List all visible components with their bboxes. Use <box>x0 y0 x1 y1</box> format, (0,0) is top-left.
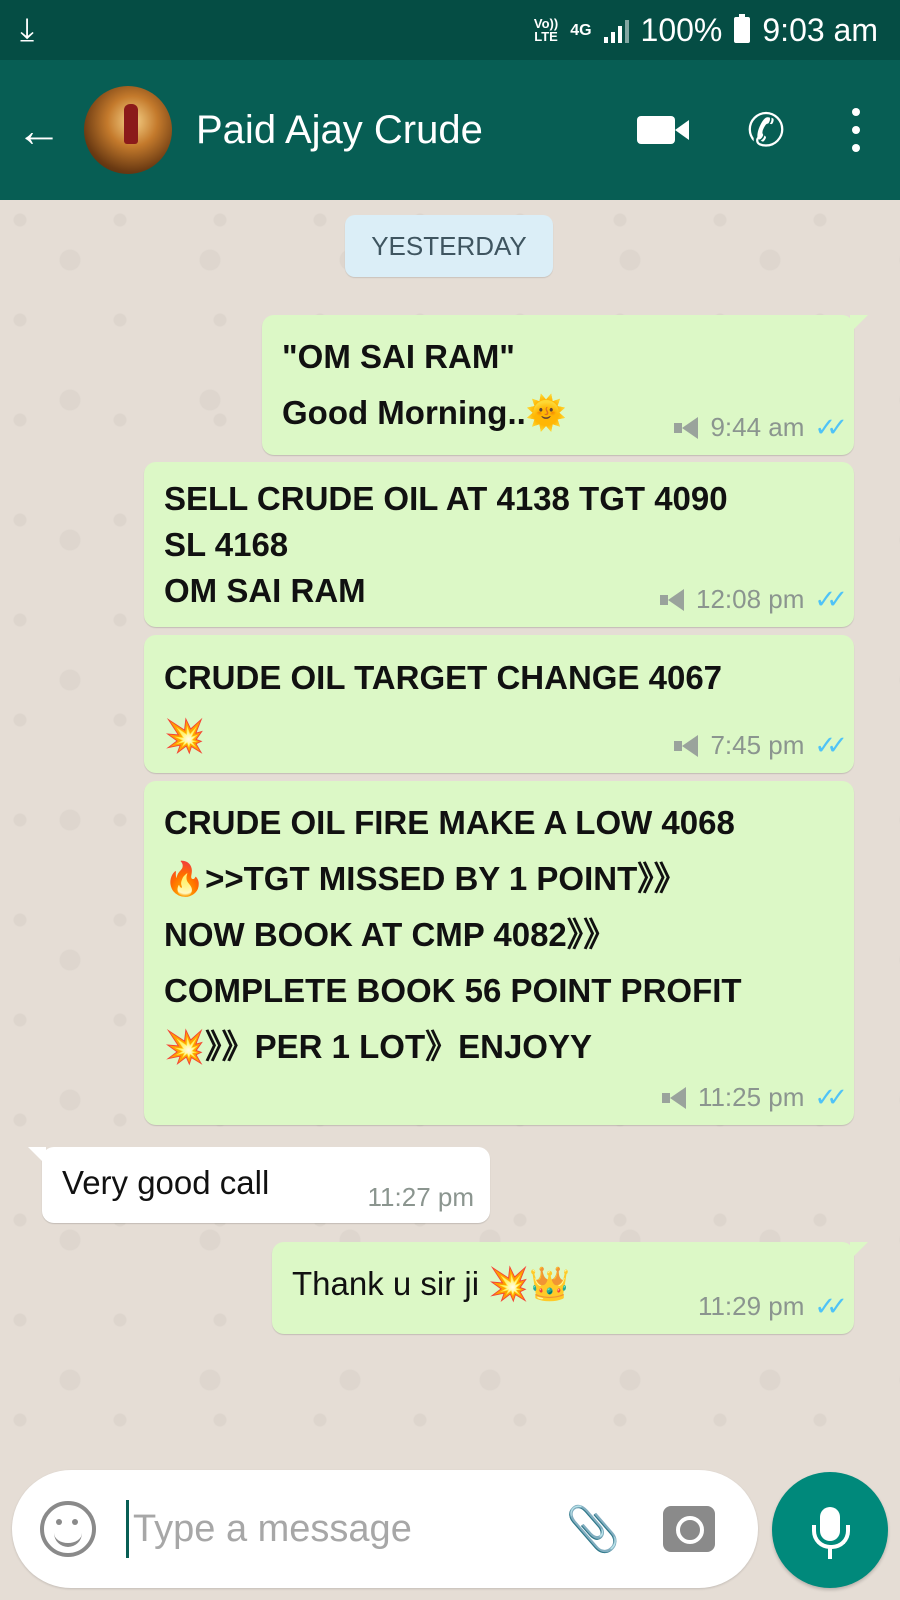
message-time: 12:08 pm <box>696 584 805 614</box>
status-time: 9:03 am <box>762 11 878 48</box>
read-ticks-icon: ✓✓ <box>814 584 847 614</box>
camera-icon[interactable] <box>663 1506 715 1552</box>
message-time: 9:44 am <box>710 412 805 442</box>
text-cursor <box>126 1500 129 1558</box>
message-bubble[interactable]: Very good call 11:27 pm <box>28 1147 490 1223</box>
message-text: SELL CRUDE OIL AT 4138 TGT 4090 SL 4168 … <box>164 480 728 609</box>
message-text: Thank u sir ji 💥👑 <box>292 1265 571 1302</box>
message-time: 11:25 pm <box>697 1082 805 1112</box>
message-time: 7:45 pm <box>710 730 805 760</box>
message-meta: 11:29 pm ✓✓ <box>697 1291 848 1322</box>
phone-icon[interactable]: ✆ <box>706 100 826 160</box>
download-icon: ⤓ <box>20 11 35 47</box>
broadcast-icon <box>674 734 702 757</box>
message-meta: 7:45 pm ✓✓ <box>674 730 848 761</box>
more-vert-icon[interactable] <box>826 100 886 160</box>
message-meta: 11:27 pm <box>368 1182 474 1213</box>
chat-area[interactable]: YESTERDAY "OM SAI RAM" Good Morning..🌞 9… <box>0 200 900 1465</box>
message-text: CRUDE OIL TARGET CHANGE 4067 💥 <box>164 659 723 754</box>
chat-header: ← Paid Ajay Crude ✆ <box>0 60 900 200</box>
read-ticks-icon: ✓✓ <box>814 730 847 760</box>
message-text: "OM SAI RAM" Good Morning..🌞 <box>282 338 567 431</box>
volte-indicator: Vo)) LTE <box>533 16 559 44</box>
message-meta: 12:08 pm ✓✓ <box>660 584 848 615</box>
message-input[interactable] <box>133 1507 553 1551</box>
status-bar: ⤓ Vo)) LTE 4G 100% 9:03 am <box>0 0 900 60</box>
microphone-icon <box>812 1507 850 1559</box>
message-meta: 9:44 am ✓✓ <box>674 412 848 443</box>
broadcast-icon <box>661 1086 690 1109</box>
message-bubble[interactable]: "OM SAI RAM" Good Morning..🌞 9:44 am ✓✓ <box>262 315 868 455</box>
video-call-icon[interactable] <box>606 100 706 160</box>
read-ticks-icon: ✓✓ <box>814 412 847 442</box>
message-composer: 📎 <box>12 1470 758 1588</box>
emoji-icon[interactable] <box>40 1501 96 1557</box>
avatar[interactable] <box>84 86 172 174</box>
message-bubble[interactable]: CRUDE OIL FIRE MAKE A LOW 4068 🔥>>TGT MI… <box>144 781 854 1125</box>
broadcast-icon <box>660 588 688 611</box>
read-ticks-icon: ✓✓ <box>814 1291 847 1321</box>
paperclip-icon[interactable]: 📎 <box>563 1503 623 1555</box>
message-time: 11:27 pm <box>367 1182 474 1212</box>
date-chip: YESTERDAY <box>345 215 553 277</box>
signal-icon <box>603 17 629 43</box>
message-bubble[interactable]: SELL CRUDE OIL AT 4138 TGT 4090 SL 4168 … <box>144 462 854 627</box>
broadcast-icon <box>674 416 702 439</box>
battery-percent: 100% <box>640 11 723 48</box>
message-bubble[interactable]: CRUDE OIL TARGET CHANGE 4067 💥 7:45 pm ✓… <box>144 635 854 773</box>
battery-icon <box>734 14 751 43</box>
network-type: 4G <box>570 21 592 39</box>
message-time: 11:29 pm <box>697 1291 805 1321</box>
read-ticks-icon: ✓✓ <box>814 1082 847 1112</box>
contact-name[interactable]: Paid Ajay Crude <box>196 108 606 153</box>
arrow-left-icon[interactable]: ← <box>16 107 76 153</box>
message-bubble[interactable]: Thank u sir ji 💥👑 11:29 pm ✓✓ <box>272 1242 868 1334</box>
microphone-button[interactable] <box>772 1472 888 1588</box>
message-text: Very good call <box>62 1164 270 1201</box>
message-text: CRUDE OIL FIRE MAKE A LOW 4068 🔥>>TGT MI… <box>164 804 742 1065</box>
message-meta: 11:25 pm ✓✓ <box>661 1082 848 1113</box>
